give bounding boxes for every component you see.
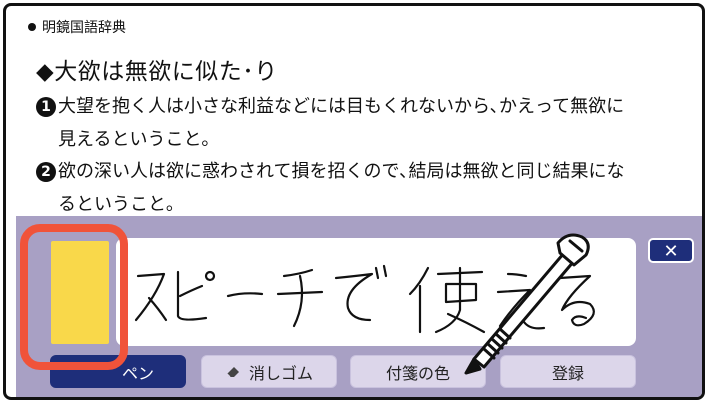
eraser-label: 消しゴム bbox=[248, 363, 313, 383]
sense-2-line1: 欲の深い人は欲に惑わされて損を招くので､結局は無欲と同じ結果にな bbox=[58, 161, 625, 182]
sense-2: 2 欲の深い人は欲に惑わされて損を招くので､結局は無欲と同じ結果にな るということ… bbox=[36, 155, 676, 221]
sense-1-line2: 見えるということ｡ bbox=[58, 129, 211, 150]
sense-1-line1: 大望を抱く人は小さな利益などには目もくれないから､かえって無欲に bbox=[58, 96, 625, 117]
highlight-callout bbox=[20, 224, 128, 370]
screen-frame: 明鏡国語辞典 ◆大欲は無欲に似た･り 1 大望を抱く人は小さな利益などには目もくれ… bbox=[3, 3, 705, 400]
sense-number-1: 1 bbox=[36, 97, 56, 117]
headword: ◆大欲は無欲に似た･り bbox=[36, 59, 278, 85]
bullet-icon bbox=[28, 23, 36, 31]
dictionary-source: 明鏡国語辞典 bbox=[28, 17, 126, 37]
sense-number-2: 2 bbox=[36, 162, 56, 182]
dictionary-source-label: 明鏡国語辞典 bbox=[42, 20, 126, 36]
sense-1: 1 大望を抱く人は小さな利益などには目もくれないから､かえって無欲に 見えるという… bbox=[36, 90, 676, 156]
close-button[interactable]: ✕ bbox=[648, 238, 694, 263]
stylus-pen-icon bbox=[464, 233, 590, 375]
eraser-button[interactable]: 消しゴム bbox=[201, 355, 337, 388]
eraser-icon bbox=[226, 366, 239, 378]
sticky-color-label: 付箋の色 bbox=[385, 363, 450, 383]
